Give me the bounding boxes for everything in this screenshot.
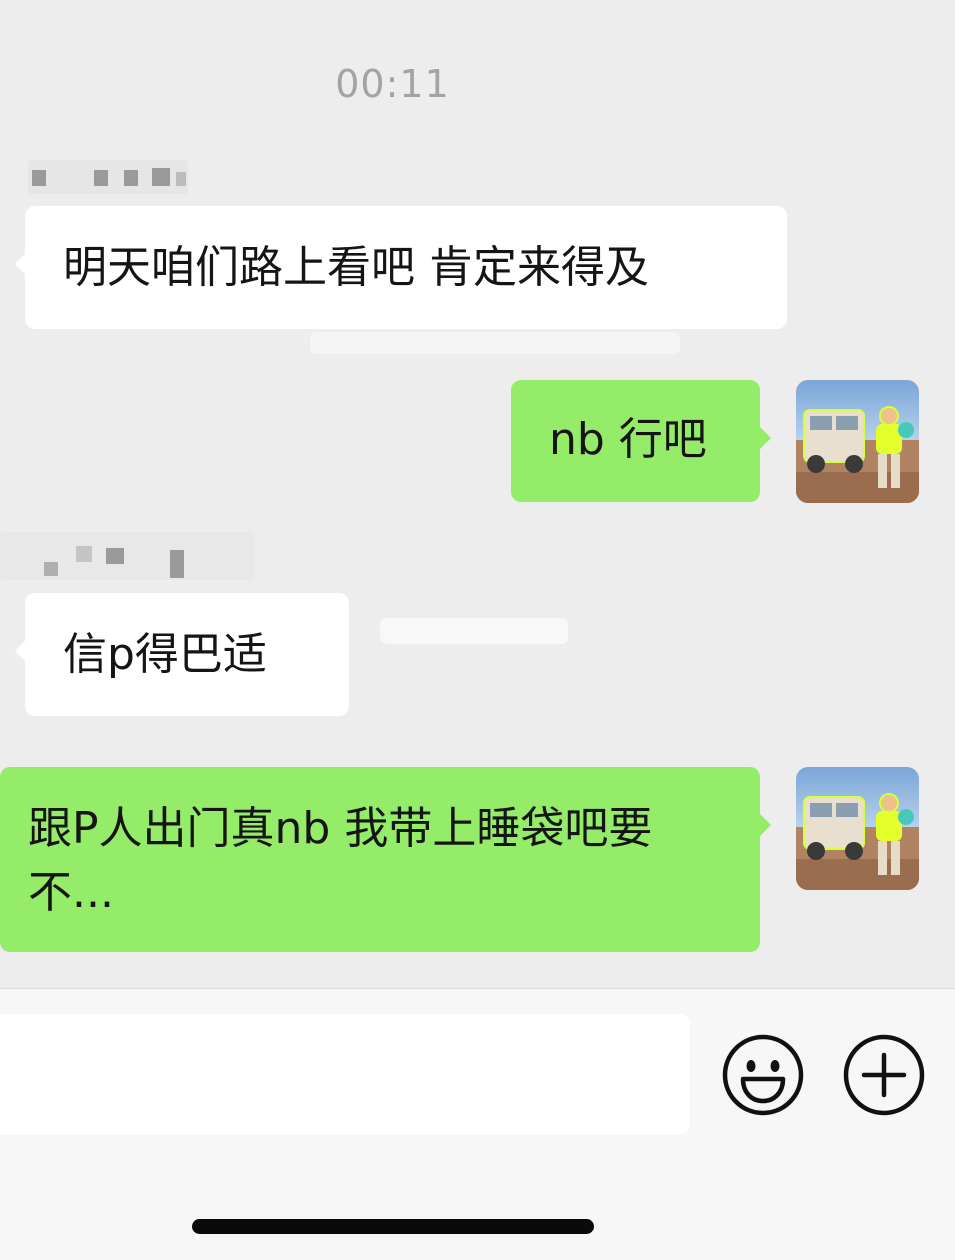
bubble-tail [759,813,771,837]
message-text: 信p得巴适 [63,629,267,680]
sender-name-obscured [28,160,193,196]
message-text: nb 行吧 [549,414,707,465]
plus-button[interactable] [842,1033,926,1117]
plus-circle-icon [843,1034,925,1116]
message-bubble-incoming[interactable]: 信p得巴适 [15,593,349,716]
message-bubble-outgoing[interactable]: 跟P人出门真nb 我带上睡袋吧要不... [0,767,771,952]
chat-area: 00:11 明天咱们路上看吧 肯定来得及 nb 行吧 信p得巴适 跟P人出门真n… [0,0,955,990]
user-avatar[interactable] [796,767,919,890]
message-bubble-outgoing[interactable]: nb 行吧 [511,380,771,502]
message-timestamp: 00:11 [335,62,450,106]
bubble-tail [15,639,27,663]
bubble-tail [759,426,771,450]
bubble-tail [15,252,27,276]
message-text: 明天咱们路上看吧 肯定来得及 [63,242,649,293]
image-smudge [310,332,680,354]
image-smudge [380,618,568,644]
message-input[interactable] [0,1014,690,1134]
message-text: 跟P人出门真nb 我带上睡袋吧要不... [28,803,653,918]
message-bubble-incoming[interactable]: 明天咱们路上看吧 肯定来得及 [15,206,787,329]
user-avatar[interactable] [796,380,919,503]
home-indicator[interactable] [192,1219,594,1234]
avatar-image-icon [796,767,919,890]
emoji-button[interactable] [721,1033,805,1117]
avatar-image-icon [796,380,919,503]
sender-name-obscured [0,532,260,580]
smiley-face-icon [722,1034,804,1116]
